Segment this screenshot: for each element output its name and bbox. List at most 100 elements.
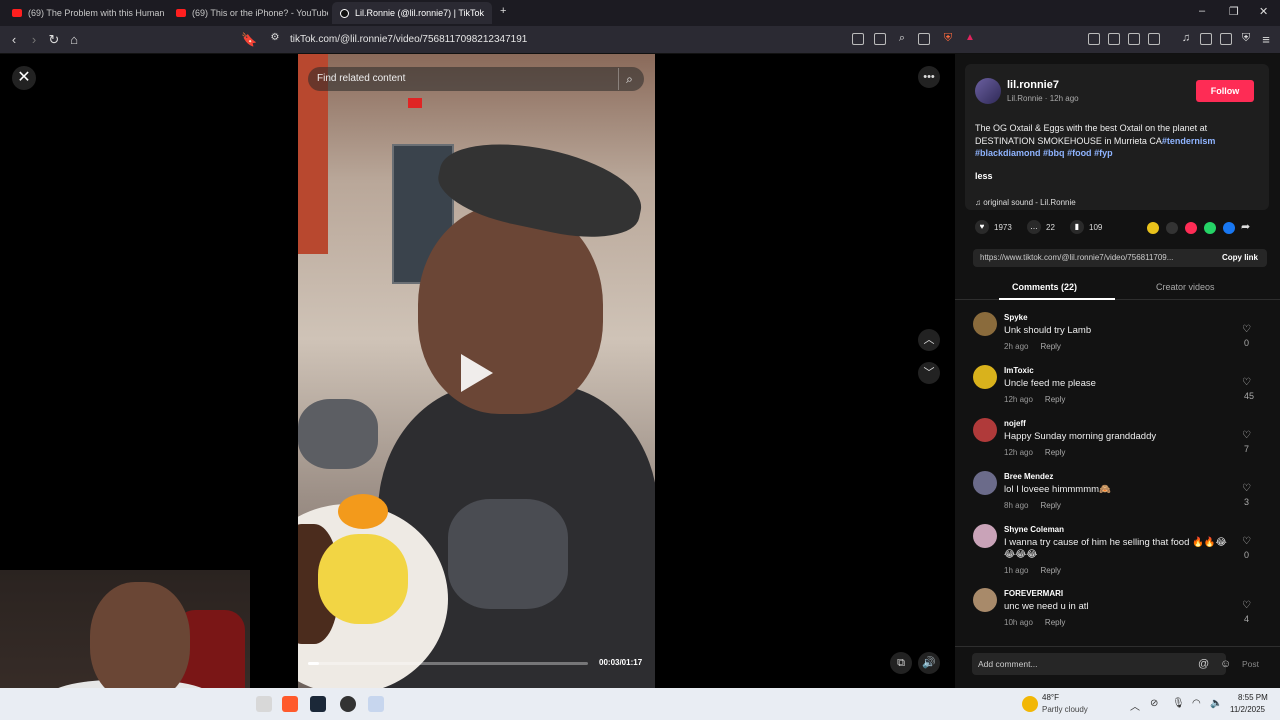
comment-author[interactable]: Shyne Coleman <box>1004 525 1064 534</box>
tab-creator-videos[interactable]: Creator videos <box>1156 282 1215 292</box>
more-options-icon[interactable]: ••• <box>918 66 940 88</box>
comment-author[interactable]: FOREVERMARI <box>1004 589 1063 598</box>
video-progress-bar[interactable] <box>308 662 588 665</box>
reload-icon[interactable]: ↻ <box>46 32 62 48</box>
obs-icon[interactable] <box>340 696 356 712</box>
puzzle-icon[interactable] <box>1128 33 1140 45</box>
taskbar-app-icon[interactable] <box>256 696 272 712</box>
reply-button[interactable]: Reply <box>1045 618 1065 627</box>
brave-icon[interactable] <box>282 696 298 712</box>
browser-tab[interactable]: (69) The Problem with this Humanoid <box>4 2 164 24</box>
wifi-icon[interactable]: ◠ <box>1192 698 1201 709</box>
less-toggle[interactable]: less <box>975 171 993 181</box>
reply-button[interactable]: Reply <box>1045 395 1065 404</box>
extension-icon[interactable] <box>1108 33 1120 45</box>
post-button[interactable]: Post <box>1242 659 1259 669</box>
forward-icon[interactable]: › <box>26 32 42 47</box>
clock-date[interactable]: 11/2/2025 <box>1230 705 1265 714</box>
hashtag[interactable]: #tendernism <box>1162 136 1216 146</box>
avatar[interactable] <box>973 588 997 612</box>
comment-author[interactable]: Spyke <box>1004 313 1028 322</box>
hashtag[interactable]: #food <box>1067 148 1092 158</box>
close-video-button[interactable]: ✕ <box>12 66 36 90</box>
extension-icon[interactable] <box>1088 33 1100 45</box>
weather-icon[interactable] <box>1022 696 1038 712</box>
zoom-icon[interactable]: ⌕ <box>894 32 910 45</box>
back-icon[interactable]: ‹ <box>6 32 22 47</box>
reply-button[interactable]: Reply <box>1040 342 1060 351</box>
hashtag[interactable]: #fyp <box>1094 148 1113 158</box>
next-video-icon[interactable]: ﹀ <box>918 362 940 384</box>
avatar[interactable] <box>973 471 997 495</box>
clock-time[interactable]: 8:55 PM <box>1238 693 1268 702</box>
heart-icon[interactable]: ♡ <box>1242 324 1251 335</box>
speaker-icon[interactable]: 🔈 <box>1210 698 1222 709</box>
related-search-input[interactable]: Find related content <box>317 73 405 84</box>
mic-muted-icon[interactable]: ⊘ <box>1150 698 1158 709</box>
minimize-icon[interactable]: – <box>1199 5 1205 17</box>
share-coin-icon[interactable] <box>1147 222 1159 234</box>
reply-button[interactable]: Reply <box>1045 448 1065 457</box>
follow-button[interactable]: Follow <box>1196 80 1254 102</box>
video-player[interactable]: Find related content ⌕ 00:03/01:17 <box>298 54 655 688</box>
username[interactable]: lil.ronnie7 <box>1007 79 1059 91</box>
browser-tab[interactable]: (69) This or the iPhone? - YouTube <box>168 2 328 24</box>
browser-tab-active[interactable]: Lil.Ronnie (@lil.ronnie7) | TikTok ✕ <box>332 2 492 24</box>
share-arrow-icon[interactable]: ➦ <box>1241 220 1250 233</box>
comment-author[interactable]: ImToxic <box>1004 366 1034 375</box>
heart-icon[interactable]: ♡ <box>1242 483 1251 494</box>
volume-icon[interactable]: 🔊 <box>918 652 940 674</box>
related-search-box[interactable]: Find related content ⌕ <box>308 67 644 91</box>
avatar[interactable] <box>973 312 997 336</box>
avatar[interactable] <box>975 78 1001 104</box>
video-link[interactable]: https://www.tiktok.com/@lil.ronnie7/vide… <box>980 253 1195 262</box>
hashtag[interactable]: #blackdiamond <box>975 148 1041 158</box>
mention-icon[interactable]: @ <box>1198 658 1209 670</box>
search-icon[interactable]: ⌕ <box>618 68 640 90</box>
close-window-icon[interactable]: ✕ <box>1259 5 1268 18</box>
reply-button[interactable]: Reply <box>1040 566 1060 575</box>
previous-video-icon[interactable]: ︿ <box>918 329 940 351</box>
heart-icon[interactable]: ♡ <box>1242 536 1251 547</box>
maximize-icon[interactable]: ❐ <box>1229 5 1239 18</box>
heart-icon[interactable]: ♡ <box>1242 600 1251 611</box>
like-button[interactable]: ♥ 1973 <box>975 220 1012 234</box>
extension-icon[interactable] <box>1148 33 1160 45</box>
taskbar-app-icon[interactable] <box>368 696 384 712</box>
bookmark-icon[interactable]: 🔖 <box>241 32 257 48</box>
extension-icon[interactable] <box>852 33 864 45</box>
home-icon[interactable]: ⌂ <box>66 32 82 47</box>
new-tab-button[interactable]: + <box>500 5 506 17</box>
whatsapp-icon[interactable] <box>1204 222 1216 234</box>
url-field[interactable]: tikTok.com/@lil.ronnie7/video/7568117098… <box>290 34 527 45</box>
comment-author[interactable]: nojeff <box>1004 419 1026 428</box>
share-page-icon[interactable] <box>918 33 930 45</box>
tray-chevron-icon[interactable]: ︿ <box>1130 698 1140 713</box>
site-settings-icon[interactable]: ⚙ <box>267 32 283 43</box>
avatar[interactable] <box>973 524 997 548</box>
sound-link[interactable]: ♫ original sound - Lil.Ronnie <box>975 198 1076 207</box>
sidebar-icon[interactable] <box>1200 33 1212 45</box>
avatar[interactable] <box>973 418 997 442</box>
menu-icon[interactable]: ≡ <box>1258 32 1274 47</box>
vpn-icon[interactable]: ⛨ <box>1238 32 1254 45</box>
mic-icon[interactable]: 🎙 <box>1172 698 1185 709</box>
pip-icon[interactable]: ⧉ <box>890 652 912 674</box>
copy-link-button[interactable]: Copy link <box>1222 253 1258 262</box>
comment-author[interactable]: Bree Mendez <box>1004 472 1053 481</box>
extension-icon[interactable] <box>874 33 886 45</box>
hashtag[interactable]: #bbq <box>1043 148 1065 158</box>
steam-icon[interactable] <box>310 696 326 712</box>
emoji-icon[interactable]: ☺ <box>1220 658 1231 670</box>
music-icon[interactable]: ♫ <box>1178 32 1194 44</box>
heart-icon[interactable]: ♡ <box>1242 430 1251 441</box>
shield-icon[interactable]: ⛨ <box>940 32 956 45</box>
wallet-icon[interactable] <box>1220 33 1232 45</box>
heart-icon[interactable]: ♡ <box>1242 377 1251 388</box>
embed-icon[interactable] <box>1166 222 1178 234</box>
comment-button[interactable]: … 22 <box>1027 220 1055 234</box>
avatar[interactable] <box>973 365 997 389</box>
send-icon[interactable] <box>1185 222 1197 234</box>
comment-input[interactable]: Add comment... @ ☺ <box>972 653 1231 675</box>
play-icon[interactable] <box>461 354 493 392</box>
